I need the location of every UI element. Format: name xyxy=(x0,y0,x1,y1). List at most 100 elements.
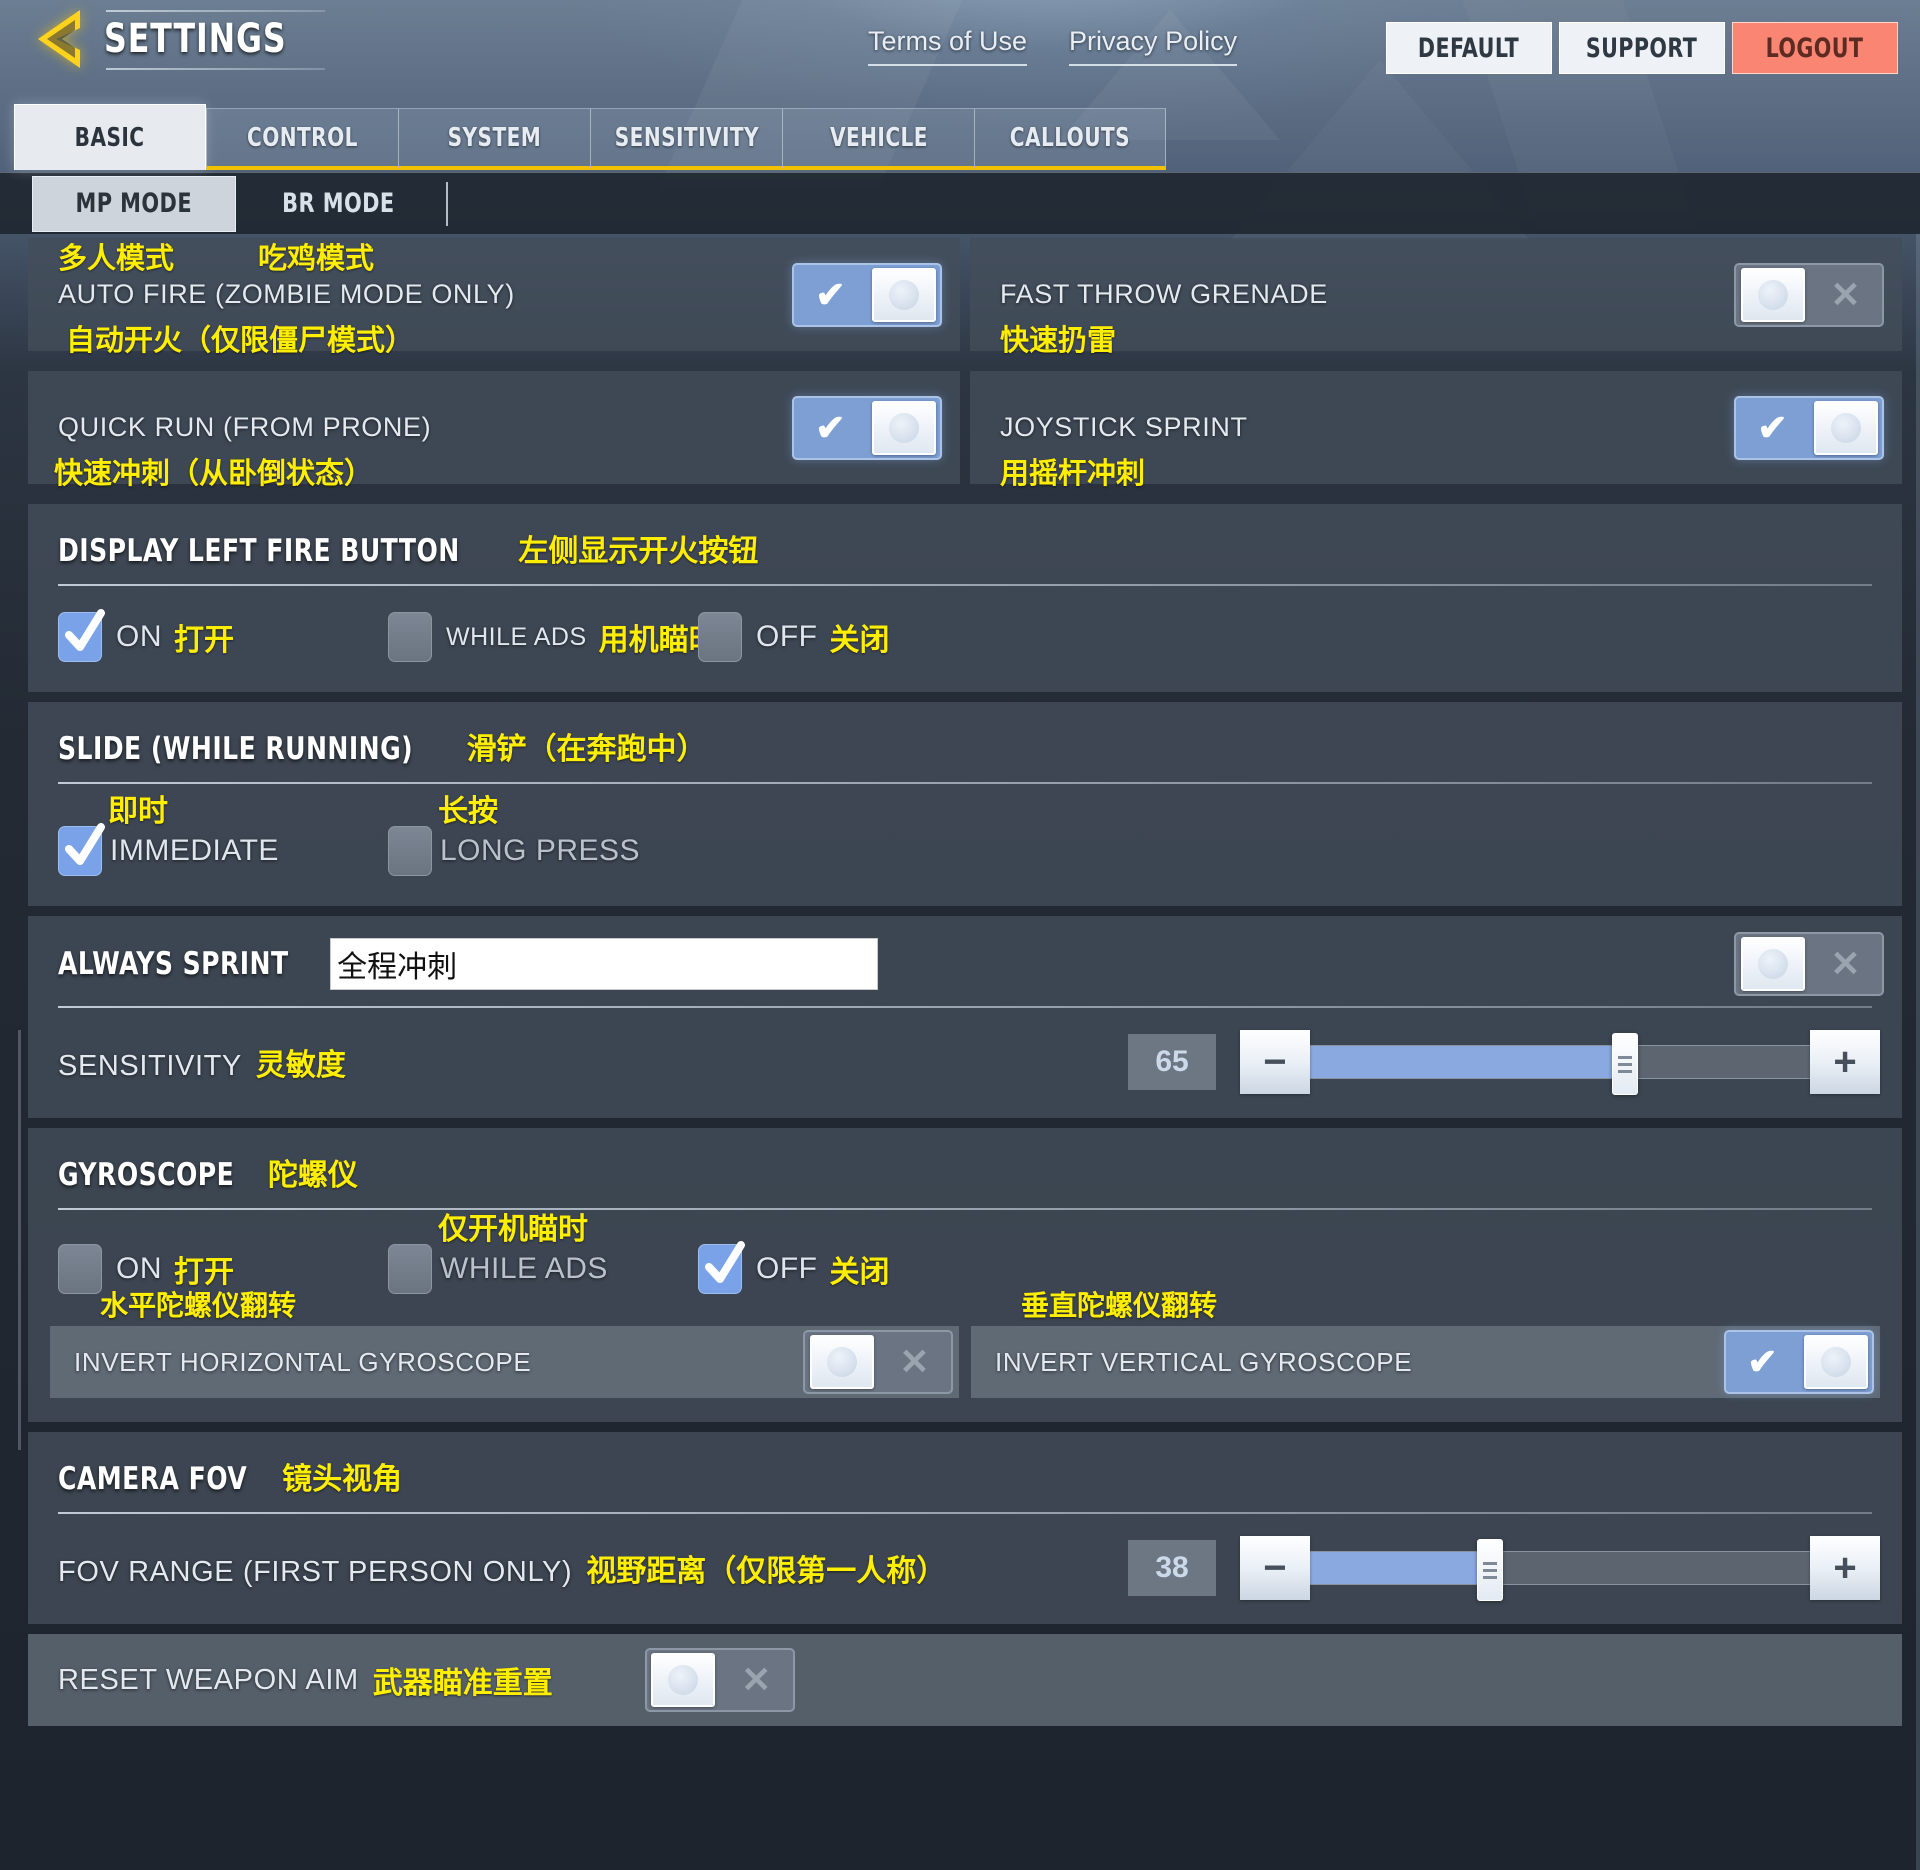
fov-track[interactable] xyxy=(1310,1539,1810,1601)
slide-option-long-press[interactable]: 长按 LONG PRESS xyxy=(388,795,640,876)
auto-fire-label: AUTO FIRE (ZOMBIE MODE ONLY) xyxy=(58,279,515,309)
fov-range-label: FOV RANGE (FIRST PERSON ONLY) xyxy=(58,1556,573,1588)
setting-fast-throw-grenade: FAST THROW GRENADE 快速扔雷 ✕ xyxy=(970,238,1902,357)
fov-range-row: FOV RANGE (FIRST PERSON ONLY) 视野距离（仅限第一人… xyxy=(28,1514,1902,1624)
joystick-sprint-labels: JOYSTICK SPRINT 用摇杆冲刺 xyxy=(1000,412,1734,490)
tab-basic[interactable]: BASIC xyxy=(14,104,206,170)
sensitivity-value: 65 xyxy=(1128,1034,1216,1090)
tab-control[interactable]: CONTROL xyxy=(206,108,398,170)
setting-reset-weapon-aim: RESET WEAPON AIM 武器瞄准重置 ✕ xyxy=(28,1634,1902,1726)
left-scroll-rail xyxy=(18,1030,21,1450)
invert-horizontal-cross: ✕ xyxy=(878,1332,951,1392)
legal-links: Terms of Use Privacy Policy xyxy=(868,26,1238,66)
handle-grip-line xyxy=(1618,1069,1632,1073)
checkbox-unchecked xyxy=(388,1244,432,1294)
display-left-fire-option-while-ads[interactable]: WHILE ADS 用机瞄时 xyxy=(388,612,719,662)
invert-horizontal-label-cn: 水平陀螺仪翻转 xyxy=(100,1290,297,1321)
toggle-knob xyxy=(871,400,936,455)
fov-range-labels: FOV RANGE (FIRST PERSON ONLY) 视野距离（仅限第一人… xyxy=(58,1546,1128,1590)
display-left-fire-options: ON 打开 WHILE ADS 用机瞄时 OFF 关闭 xyxy=(28,586,1902,692)
display-left-fire-off-label-cn: 关闭 xyxy=(829,624,890,657)
sensitivity-labels: SENSITIVITY 灵敏度 xyxy=(58,1040,1128,1084)
toggle-knob xyxy=(1813,400,1878,455)
quick-run-toggle-knob-slot xyxy=(867,398,940,458)
mode-tab-br[interactable]: BR MODE xyxy=(236,176,440,232)
default-button[interactable]: DEFAULT xyxy=(1386,22,1552,74)
check-icon: ✔ xyxy=(815,406,846,448)
always-sprint-text-input[interactable]: 全程冲刺 xyxy=(330,938,879,990)
right-scroll-rail[interactable] xyxy=(1916,234,1920,1870)
section-camera-fov: CAMERA FOV 镜头视角 FOV RANGE (FIRST PERSON … xyxy=(28,1432,1902,1624)
setting-invert-horizontal-gyroscope: 水平陀螺仪翻转 INVERT HORIZONTAL GYROSCOPE ✕ xyxy=(50,1290,959,1398)
header-logo-group: SETTINGS xyxy=(34,8,326,70)
logout-button-label: LOGOUT xyxy=(1766,32,1864,64)
logout-button[interactable]: LOGOUT xyxy=(1732,22,1898,74)
invert-vertical-label: INVERT VERTICAL GYROSCOPE xyxy=(995,1346,1413,1377)
slide-option-immediate[interactable]: 即时 IMMEDIATE xyxy=(58,795,388,876)
reset-weapon-aim-cross: ✕ xyxy=(720,1650,793,1710)
fast-throw-toggle-cross: ✕ xyxy=(1809,265,1882,325)
toggle-knob xyxy=(1740,267,1805,322)
display-left-fire-option-on[interactable]: ON 打开 xyxy=(58,609,388,662)
handle-grip-line xyxy=(1483,1575,1497,1579)
sensitivity-increase-button[interactable]: + xyxy=(1810,1030,1880,1094)
toggle-knob-dot xyxy=(668,1665,699,1695)
sensitivity-handle[interactable] xyxy=(1612,1033,1638,1095)
reset-weapon-aim-toggle[interactable]: ✕ xyxy=(644,1648,795,1712)
privacy-policy-link[interactable]: Privacy Policy xyxy=(1069,26,1238,66)
support-button[interactable]: SUPPORT xyxy=(1559,22,1725,74)
toggle-col-left-1: 多人模式 吃鸡模式 AUTO FIRE (ZOMBIE MODE ONLY) 自… xyxy=(28,238,960,361)
auto-fire-toggle[interactable]: ✔ xyxy=(792,262,942,327)
setting-invert-vertical-gyroscope: 垂直陀螺仪翻转 INVERT VERTICAL GYROSCOPE ✔ xyxy=(971,1290,1880,1398)
tab-system[interactable]: SYSTEM xyxy=(398,108,590,170)
joystick-sprint-toggle[interactable]: ✔ xyxy=(1734,395,1884,460)
slide-options: 即时 IMMEDIATE 长按 LONG PRESS xyxy=(28,784,1902,906)
display-left-fire-header: DISPLAY LEFT FIRE BUTTON 左侧显示开火按钮 xyxy=(28,504,1902,584)
fov-decrease-button[interactable]: − xyxy=(1240,1536,1310,1600)
br-mode-annotation-cn: 吃鸡模式 xyxy=(258,243,375,275)
section-display-left-fire-button: DISPLAY LEFT FIRE BUTTON 左侧显示开火按钮 ON 打开 … xyxy=(28,504,1902,692)
sensitivity-track[interactable] xyxy=(1310,1033,1810,1095)
fast-throw-grenade-toggle[interactable]: ✕ xyxy=(1734,262,1884,327)
slide-header: SLIDE (WHILE RUNNING) 滑铲（在奔跑中） xyxy=(28,702,1902,782)
invert-horizontal-toggle[interactable]: ✕ xyxy=(803,1330,953,1394)
section-reset-weapon-aim: RESET WEAPON AIM 武器瞄准重置 ✕ xyxy=(28,1634,1902,1726)
fov-increase-button[interactable]: + xyxy=(1810,1536,1880,1600)
tab-sensitivity[interactable]: SENSITIVITY xyxy=(590,108,782,170)
tab-callouts[interactable]: CALLOUTS xyxy=(974,108,1166,170)
display-left-fire-option-off[interactable]: OFF 关闭 xyxy=(698,612,890,662)
toggle-row-group-2: QUICK RUN (FROM PRONE) 快速冲刺（从卧倒状态） ✔ JOY… xyxy=(28,371,1902,494)
auto-fire-toggle-check: ✔ xyxy=(794,265,867,325)
invert-vertical-toggle[interactable]: ✔ xyxy=(1724,1330,1874,1394)
fov-range-slider[interactable]: − + xyxy=(1240,1536,1880,1601)
mode-tab-mp[interactable]: MP MODE xyxy=(32,175,236,232)
gyroscope-invert-rows: 水平陀螺仪翻转 INVERT HORIZONTAL GYROSCOPE ✕ 垂直… xyxy=(28,1290,1902,1422)
fov-range-value: 38 xyxy=(1128,1540,1216,1596)
display-left-fire-off-label: OFF xyxy=(756,620,818,653)
camera-fov-title-cn: 镜头视角 xyxy=(282,1463,403,1496)
fov-handle[interactable] xyxy=(1477,1539,1503,1601)
tab-callouts-label: CALLOUTS xyxy=(1009,122,1131,153)
sensitivity-slider[interactable]: − + xyxy=(1240,1030,1880,1095)
always-sprint-toggle-cross: ✕ xyxy=(1809,934,1882,994)
settings-content: 多人模式 吃鸡模式 AUTO FIRE (ZOMBIE MODE ONLY) 自… xyxy=(0,234,1920,1870)
close-icon: ✕ xyxy=(1830,273,1861,315)
toggle-knob-dot xyxy=(888,412,919,443)
gyroscope-option-while-ads[interactable]: 仅开机瞄时 WHILE ADS xyxy=(388,1213,698,1294)
always-sprint-input-value: 全程冲刺 xyxy=(337,951,458,984)
quick-run-toggle[interactable]: ✔ xyxy=(792,395,942,460)
terms-of-use-link[interactable]: Terms of Use xyxy=(868,26,1028,66)
checkbox-unchecked xyxy=(58,1244,102,1294)
display-left-fire-on-label: ON xyxy=(116,620,162,653)
slide-immediate-label-cn: 即时 xyxy=(108,795,168,828)
toggle-row-group-1: 多人模式 吃鸡模式 AUTO FIRE (ZOMBIE MODE ONLY) 自… xyxy=(28,238,1902,361)
setting-joystick-sprint: JOYSTICK SPRINT 用摇杆冲刺 ✔ xyxy=(970,371,1902,490)
fast-throw-toggle-knob-slot xyxy=(1736,265,1809,325)
tab-vehicle[interactable]: VEHICLE xyxy=(782,108,974,170)
gyroscope-option-off[interactable]: OFF 关闭 xyxy=(698,1241,890,1294)
always-sprint-toggle[interactable]: ✕ xyxy=(1734,932,1884,996)
back-arrow-icon[interactable] xyxy=(34,8,86,70)
minus-icon: − xyxy=(1263,1040,1287,1084)
sensitivity-decrease-button[interactable]: − xyxy=(1240,1030,1310,1094)
fov-track-fill xyxy=(1310,1552,1490,1584)
